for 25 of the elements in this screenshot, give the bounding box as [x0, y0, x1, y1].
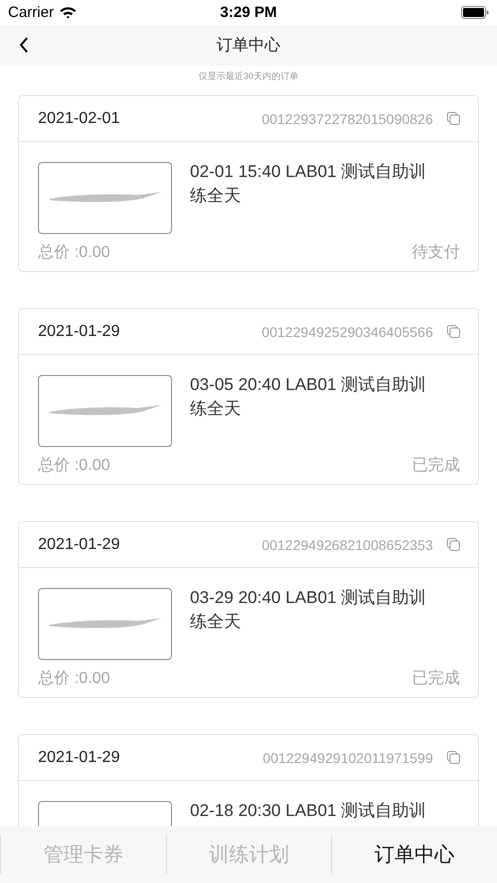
notice-text: 仅显示最近30天内的订单 [197, 70, 300, 83]
order-number: 0012294929102011971599 [262, 750, 433, 766]
order-date: 2021-01-29 [38, 536, 121, 554]
total-price: 总价 :0.00 [38, 243, 110, 263]
order-number: 0012294926821008652353 [262, 536, 433, 552]
order-number: 0012293722782015090826 [262, 110, 433, 126]
order-number: 0012294925290346405566 [262, 324, 433, 340]
page-title: 订单中心 [216, 36, 280, 56]
order-title: 02-18 20:30 LAB01 测试自助训 [190, 800, 428, 822]
total-price: 总价 :0.00 [38, 456, 110, 476]
total-price: 总价 :0.00 [38, 669, 110, 689]
order-title: 03-05 20:40 LAB01 测试自助训练全天 [190, 374, 428, 420]
tab[interactable]: 订单中心 [331, 835, 497, 874]
order-date: 2021-01-29 [38, 748, 121, 766]
order-status: 已完成 [412, 668, 460, 689]
order-title: 03-29 20:40 LAB01 测试自助训练全天 [190, 587, 428, 633]
order-status: 已完成 [412, 456, 460, 476]
tab[interactable]: 管理卡券 [0, 835, 166, 874]
carrier-label: Carrier [8, 4, 54, 21]
tab[interactable]: 训练计划 [166, 835, 332, 874]
order-date: 2021-01-29 [38, 322, 121, 340]
order-date: 2021-02-01 [38, 110, 121, 128]
clock-time: 3:29 PM [220, 4, 277, 21]
order-status: 待支付 [412, 242, 460, 263]
order-title: 02-01 15:40 LAB01 测试自助训练全天 [190, 161, 428, 207]
